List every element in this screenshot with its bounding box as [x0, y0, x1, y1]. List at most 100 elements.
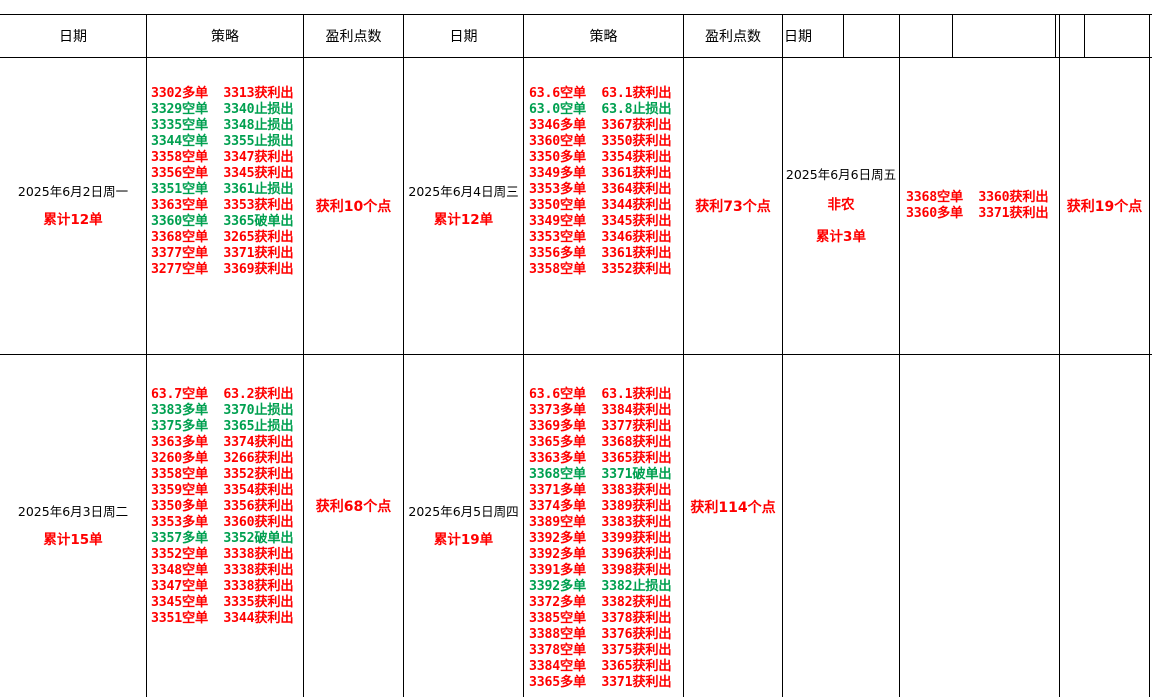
- strategy-line: 3384空单 3365获利出: [529, 659, 672, 674]
- col-divider: [1084, 14, 1085, 58]
- strategy-line: 3360多单 3371获利出: [906, 206, 1049, 221]
- profit-points-june-4: 获利73个点: [695, 199, 771, 215]
- strategy-list-june-5: 63.6空单 63.1获利出 3373多单 3384获利出 3369多单 3377获…: [529, 387, 672, 691]
- strategy-line: 3335空单 3348止损出: [151, 118, 294, 133]
- col-divider: [146, 14, 147, 697]
- day-cell-june-6: 2025年6月6日周五 非农 累计3单: [783, 58, 899, 354]
- header-date: 日期: [449, 29, 478, 45]
- day-cell-june-3: 2025年6月3日周二 累计15单: [0, 355, 146, 697]
- day-note: 非农: [827, 197, 855, 214]
- strategy-line: 3351空单 3344获利出: [151, 611, 294, 626]
- day-date: 2025年6月3日周二: [17, 503, 129, 519]
- strategy-line: 3360空单 3365破单出: [151, 214, 294, 229]
- strategy-line: 3365多单 3368获利出: [529, 435, 672, 450]
- strategy-line: 3371多单 3383获利出: [529, 483, 672, 498]
- profit-points-june-5: 获利114个点: [690, 500, 776, 516]
- header-date: 日期: [59, 29, 87, 45]
- strategy-line: 3358空单 3352获利出: [151, 467, 294, 482]
- strategy-line: 63.6空单 63.1获利出: [529, 86, 672, 101]
- strategy-line: 3368空单 3265获利出: [151, 230, 294, 245]
- strategy-list-june-6: 3368空单 3360获利出 3360多单 3371获利出: [906, 190, 1049, 222]
- strategy-line: 3345空单 3335获利出: [151, 595, 294, 610]
- col-divider: [899, 14, 900, 697]
- strategy-line: 3356空单 3345获利出: [151, 166, 294, 181]
- day-cell-june-4: 2025年6月4日周三 累计12单: [404, 58, 523, 354]
- day-cell-june-2: 2025年6月2日周一 累计12单: [0, 58, 146, 354]
- strategy-line: 3369多单 3377获利出: [529, 419, 672, 434]
- strategy-line: 3358空单 3347获利出: [151, 150, 294, 165]
- header-date: 日期: [784, 29, 812, 45]
- strategy-line: 3391多单 3398获利出: [529, 563, 672, 578]
- day-total-orders: 累计12单: [433, 212, 494, 229]
- strategy-line: 63.7空单 63.2获利出: [151, 387, 294, 402]
- strategy-line: 3359空单 3354获利出: [151, 483, 294, 498]
- strategy-line: 3392多单 3399获利出: [529, 531, 672, 546]
- strategy-line: 3260多单 3266获利出: [151, 451, 294, 466]
- strategy-line: 63.0空单 63.8止损出: [529, 102, 672, 117]
- strategy-list-june-4: 63.6空单 63.1获利出 63.0空单 63.8止损出 3346多单 3367获…: [529, 86, 672, 278]
- day-cell-june-5: 2025年6月5日周四 累计19单: [404, 355, 523, 697]
- strategy-line: 3377空单 3371获利出: [151, 246, 294, 261]
- strategy-line: 3358空单 3352获利出: [529, 262, 672, 277]
- strategy-line: 63.6空单 63.1获利出: [529, 387, 672, 402]
- strategy-line: 3385空单 3378获利出: [529, 611, 672, 626]
- col-divider: [523, 14, 524, 697]
- col-divider: [1055, 14, 1056, 58]
- strategy-list-june-2: 3302多单 3313获利出 3329空单 3340止损出 3335空单 3348止…: [151, 86, 294, 278]
- strategy-line: 3344空单 3355止损出: [151, 134, 294, 149]
- strategy-line: 3375多单 3365止损出: [151, 419, 294, 434]
- strategy-line: 3365多单 3371获利出: [529, 675, 672, 690]
- profit-points-june-6: 获利19个点: [1066, 199, 1143, 215]
- col-divider: [1149, 14, 1150, 697]
- row-divider: [0, 354, 1152, 355]
- strategy-line: 3353多单 3360获利出: [151, 515, 294, 530]
- strategy-line: 3392多单 3396获利出: [529, 547, 672, 562]
- strategy-line: 3277空单 3369获利出: [151, 262, 294, 277]
- strategy-line: 3363多单 3374获利出: [151, 435, 294, 450]
- strategy-line: 3383多单 3370止损出: [151, 403, 294, 418]
- strategy-line: 3353多单 3364获利出: [529, 182, 672, 197]
- strategy-line: 3357多单 3352破单出: [151, 531, 294, 546]
- strategy-line: 3346多单 3367获利出: [529, 118, 672, 133]
- day-date: 2025年6月6日周五: [785, 166, 897, 182]
- strategy-line: 3347空单 3338获利出: [151, 579, 294, 594]
- strategy-line: 3351空单 3361止损出: [151, 182, 294, 197]
- trading-log-table: 日期 策略 盈利点数 日期 策略 盈利点数 日期 2025年6月2日周一 累计1…: [0, 0, 1152, 697]
- strategy-line: 3368空单 3371破单出: [529, 467, 672, 482]
- strategy-line: 3302多单 3313获利出: [151, 86, 294, 101]
- header-profit-points: 盈利点数: [325, 29, 382, 45]
- day-date: 2025年6月2日周一: [17, 183, 129, 199]
- profit-points-june-2: 获利10个点: [315, 199, 392, 215]
- strategy-line: 3350多单 3354获利出: [529, 150, 672, 165]
- strategy-line: 3352空单 3338获利出: [151, 547, 294, 562]
- strategy-line: 3329空单 3340止损出: [151, 102, 294, 117]
- strategy-line: 3373多单 3384获利出: [529, 403, 672, 418]
- strategy-line: 3348空单 3338获利出: [151, 563, 294, 578]
- strategy-line: 3356多单 3361获利出: [529, 246, 672, 261]
- strategy-line: 3392多单 3382止损出: [529, 579, 672, 594]
- strategy-line: 3360空单 3350获利出: [529, 134, 672, 149]
- day-date: 2025年6月5日周四: [408, 503, 519, 519]
- profit-points-june-3: 获利68个点: [315, 499, 392, 515]
- strategy-list-june-3: 63.7空单 63.2获利出 3383多单 3370止损出 3375多单 3365止…: [151, 387, 294, 627]
- strategy-line: 3389空单 3383获利出: [529, 515, 672, 530]
- col-divider: [952, 14, 953, 58]
- strategy-line: 3363空单 3353获利出: [151, 198, 294, 213]
- header-profit-points: 盈利点数: [705, 29, 761, 45]
- strategy-line: 3368空单 3360获利出: [906, 190, 1049, 205]
- header-strategy: 策略: [211, 29, 239, 45]
- day-total-orders: 累计12单: [43, 212, 103, 229]
- header-bottom-border: [0, 57, 1152, 58]
- day-total-orders: 累计19单: [433, 532, 494, 549]
- strategy-line: 3349空单 3345获利出: [529, 214, 672, 229]
- strategy-line: 3350空单 3344获利出: [529, 198, 672, 213]
- col-divider: [843, 14, 844, 58]
- strategy-line: 3374多单 3389获利出: [529, 499, 672, 514]
- strategy-line: 3349多单 3361获利出: [529, 166, 672, 181]
- day-total-orders: 累计3单: [816, 229, 866, 246]
- strategy-line: 3378空单 3375获利出: [529, 643, 672, 658]
- day-date: 2025年6月4日周三: [408, 183, 519, 199]
- header-strategy: 策略: [589, 29, 618, 45]
- strategy-line: 3350多单 3356获利出: [151, 499, 294, 514]
- day-total-orders: 累计15单: [43, 532, 103, 549]
